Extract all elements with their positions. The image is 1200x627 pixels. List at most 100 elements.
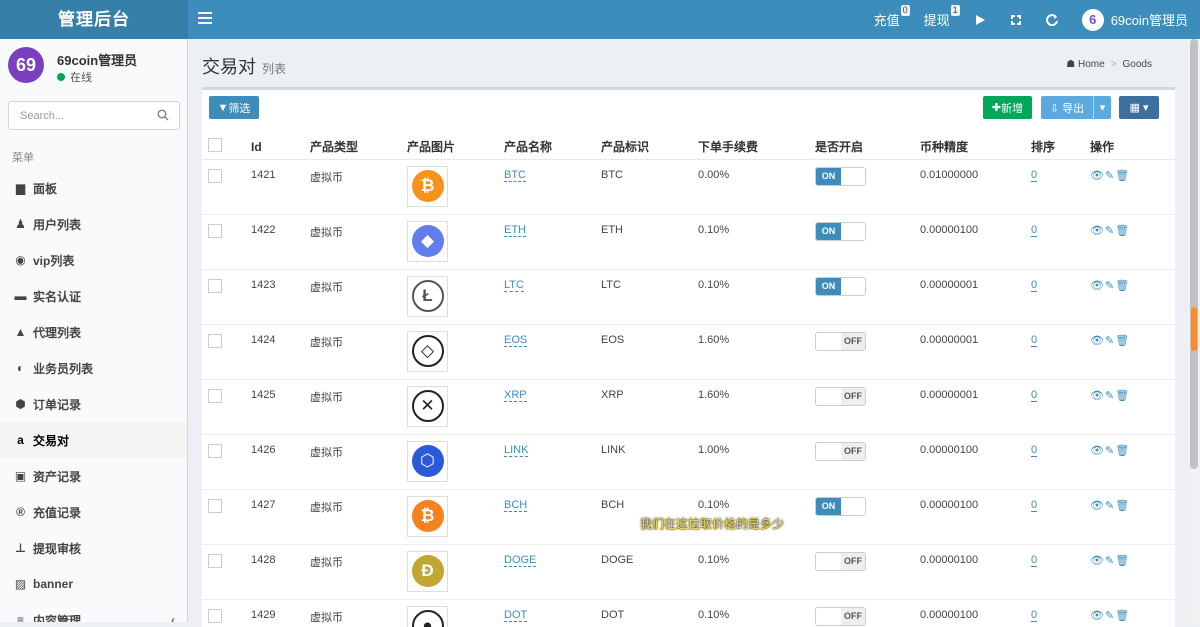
col-header-fee[interactable]: 下单手续费 xyxy=(698,135,815,159)
sidebar-item-agents[interactable]: ▲代理列表 xyxy=(0,314,187,350)
coin-image[interactable]: Ð xyxy=(407,551,448,592)
sort-value-link[interactable]: 0 xyxy=(1031,554,1037,567)
enabled-toggle[interactable]: ON xyxy=(815,167,866,186)
view-eye-icon[interactable]: 👁 xyxy=(1090,445,1105,457)
coin-name-link[interactable]: ETH xyxy=(504,224,526,237)
edit-icon[interactable]: ✎ xyxy=(1105,170,1115,182)
coin-name-link[interactable]: BTC xyxy=(504,169,526,182)
edit-icon[interactable]: ✎ xyxy=(1105,445,1115,457)
sidebar-item-salesmen[interactable]: ◐业务员列表 xyxy=(0,350,187,386)
col-header-enabled[interactable]: 是否开启 xyxy=(815,135,920,159)
view-eye-icon[interactable]: 👁 xyxy=(1090,610,1105,622)
sidebar-item-verification[interactable]: ▬实名认证 xyxy=(0,278,187,314)
coin-image[interactable]: ◇ xyxy=(407,331,448,372)
select-all-checkbox[interactable] xyxy=(208,138,222,152)
coin-image[interactable]: ● xyxy=(407,606,448,627)
row-checkbox[interactable] xyxy=(208,169,222,183)
sidebar-item-recharge-records[interactable]: ®充值记录 xyxy=(0,494,187,530)
edit-icon[interactable]: ✎ xyxy=(1105,280,1115,292)
page-scrollbar[interactable] xyxy=(1188,39,1200,622)
sidebar-item-withdraw-review[interactable]: ⊥提现审核 xyxy=(0,530,187,566)
enabled-toggle[interactable]: ON xyxy=(815,222,866,241)
sidebar-item-dashboard[interactable]: ▆面板 xyxy=(0,170,187,206)
trash-icon[interactable]: 🗑 xyxy=(1115,610,1130,622)
edit-icon[interactable]: ✎ xyxy=(1105,390,1115,402)
edit-icon[interactable]: ✎ xyxy=(1105,335,1115,347)
view-eye-icon[interactable]: 👁 xyxy=(1090,500,1105,512)
sort-value-link[interactable]: 0 xyxy=(1031,169,1037,182)
enabled-toggle[interactable]: ON xyxy=(815,277,866,296)
col-header-symbol[interactable]: 产品标识 xyxy=(601,135,698,159)
scrollbar-thumb[interactable] xyxy=(1190,39,1198,469)
sort-value-link[interactable]: 0 xyxy=(1031,444,1037,457)
enabled-toggle[interactable]: OFF xyxy=(815,387,866,406)
coin-name-link[interactable]: DOT xyxy=(504,609,527,622)
coin-name-link[interactable]: BCH xyxy=(504,499,527,512)
coin-image[interactable]: ✕ xyxy=(407,386,448,427)
sidebar-item-orders[interactable]: ⬢订单记录 xyxy=(0,386,187,422)
sidebar-item-trading-pairs[interactable]: a交易对 xyxy=(0,422,187,458)
view-eye-icon[interactable]: 👁 xyxy=(1090,555,1105,567)
trash-icon[interactable]: 🗑 xyxy=(1115,555,1130,567)
user-menu[interactable]: 6 69coin管理员 xyxy=(1070,0,1200,39)
export-button[interactable]: ⇩ 导出▾ xyxy=(1041,96,1111,119)
row-checkbox[interactable] xyxy=(208,444,222,458)
edit-icon[interactable]: ✎ xyxy=(1105,610,1115,622)
coin-name-link[interactable]: EOS xyxy=(504,334,527,347)
sort-value-link[interactable]: 0 xyxy=(1031,279,1037,292)
trash-icon[interactable]: 🗑 xyxy=(1115,445,1130,457)
sidebar-item-banner[interactable]: ▨banner xyxy=(0,566,187,602)
trash-icon[interactable]: 🗑 xyxy=(1115,280,1130,292)
row-checkbox[interactable] xyxy=(208,334,222,348)
coin-name-link[interactable]: XRP xyxy=(504,389,527,402)
trash-icon[interactable]: 🗑 xyxy=(1115,390,1130,402)
enabled-toggle[interactable]: OFF xyxy=(815,607,866,626)
coin-image[interactable]: ₿ xyxy=(407,496,448,537)
trash-icon[interactable]: 🗑 xyxy=(1115,335,1130,347)
app-logo[interactable]: 管理后台 xyxy=(0,0,188,39)
trash-icon[interactable]: 🗑 xyxy=(1115,225,1130,237)
sort-value-link[interactable]: 0 xyxy=(1031,224,1037,237)
coin-name-link[interactable]: DOGE xyxy=(504,554,536,567)
sidebar-item-users[interactable]: ♟用户列表 xyxy=(0,206,187,242)
add-button[interactable]: ✚ 新增 xyxy=(983,96,1032,119)
edit-icon[interactable]: ✎ xyxy=(1105,555,1115,567)
withdraw-nav-item[interactable]: 提现 1 xyxy=(912,0,962,39)
edit-icon[interactable]: ✎ xyxy=(1105,500,1115,512)
row-checkbox[interactable] xyxy=(208,554,222,568)
sidebar-item-content[interactable]: ≡内容管理‹ xyxy=(0,602,187,622)
coin-image[interactable]: ◆ xyxy=(407,221,448,262)
enabled-toggle[interactable]: OFF xyxy=(815,332,866,351)
enabled-toggle[interactable]: OFF xyxy=(815,552,866,571)
coin-name-link[interactable]: LINK xyxy=(504,444,528,457)
sidebar-item-assets[interactable]: ▣资产记录 xyxy=(0,458,187,494)
row-checkbox[interactable] xyxy=(208,389,222,403)
col-header-name[interactable]: 产品名称 xyxy=(504,135,601,159)
coin-name-link[interactable]: LTC xyxy=(504,279,524,292)
edit-icon[interactable]: ✎ xyxy=(1105,225,1115,237)
coin-image[interactable]: ₿ xyxy=(407,166,448,207)
col-header-image[interactable]: 产品图片 xyxy=(407,135,504,159)
coin-image[interactable]: ⬡ xyxy=(407,441,448,482)
filter-button[interactable]: ▼ 筛选 xyxy=(209,96,259,119)
sidebar-item-vip[interactable]: ◉vip列表 xyxy=(0,242,187,278)
view-eye-icon[interactable]: 👁 xyxy=(1090,170,1105,182)
view-eye-icon[interactable]: 👁 xyxy=(1090,280,1105,292)
sort-value-link[interactable]: 0 xyxy=(1031,334,1037,347)
recharge-nav-item[interactable]: 充值 0 xyxy=(862,0,912,39)
enabled-toggle[interactable]: ON xyxy=(815,497,866,516)
breadcrumb-home[interactable]: Home xyxy=(1078,59,1105,70)
export-dropdown-icon[interactable]: ▾ xyxy=(1093,96,1111,119)
search-icon[interactable] xyxy=(157,109,169,121)
col-header-sort[interactable]: 排序 xyxy=(1031,135,1090,159)
sidebar-search-input[interactable]: Search... xyxy=(8,101,180,130)
row-checkbox[interactable] xyxy=(208,499,222,513)
sort-value-link[interactable]: 0 xyxy=(1031,389,1037,402)
view-eye-icon[interactable]: 👁 xyxy=(1090,390,1105,402)
col-header-type[interactable]: 产品类型 xyxy=(310,135,407,159)
play-icon[interactable] xyxy=(962,0,998,39)
enabled-toggle[interactable]: OFF xyxy=(815,442,866,461)
row-checkbox[interactable] xyxy=(208,224,222,238)
refresh-icon[interactable] xyxy=(1034,0,1070,39)
columns-button[interactable]: ▦ ▾ xyxy=(1119,96,1159,119)
